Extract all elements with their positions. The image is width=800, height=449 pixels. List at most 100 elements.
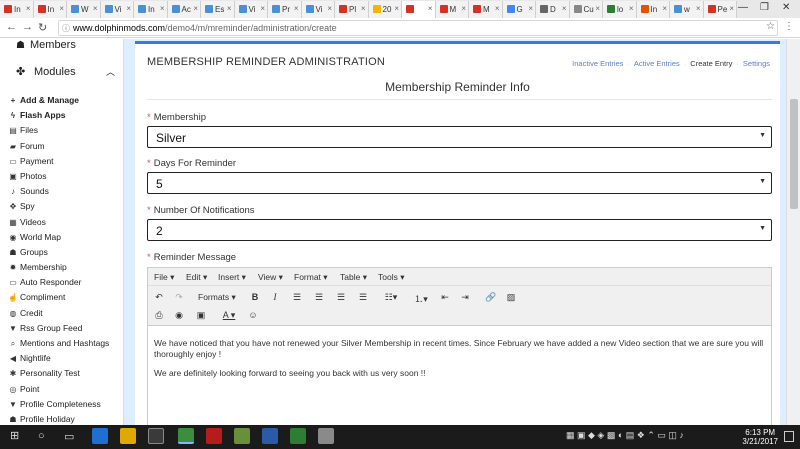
close-tab-icon[interactable]: × [361,4,366,13]
align-justify-icon[interactable]: ☰ [356,292,370,303]
print-icon[interactable]: ⎙ [152,310,166,321]
sidebar-item-membership[interactable]: ✹ Membership [0,262,123,277]
days-select[interactable]: 5 ▼ [147,172,772,194]
sidebar-item-sounds[interactable]: ♪ Sounds [0,186,123,201]
translate-icon[interactable] [262,428,278,444]
close-tab-icon[interactable]: × [662,4,667,13]
sidebar-item-payment[interactable]: ▭ Payment [0,156,123,171]
close-tab-icon[interactable]: × [260,4,265,13]
close-tab-icon[interactable]: × [327,4,332,13]
browser-tab[interactable]: Vi × [301,1,335,18]
numbered-list-icon[interactable]: ⒈▾ [410,292,432,305]
close-tab-icon[interactable]: × [495,4,500,13]
browser-tab[interactable]: lo × [603,1,637,18]
bookmark-star-icon[interactable]: ☆ [766,21,775,32]
redo-icon[interactable]: ↷ [172,292,186,303]
chrome-menu-icon[interactable]: ⋮ [784,21,794,32]
close-tab-icon[interactable]: × [394,4,399,13]
align-center-icon[interactable]: ☰ [312,292,326,303]
text-color-icon[interactable]: A ▾ [218,310,240,321]
browser-tab[interactable]: 20 × [368,1,402,18]
taskbar-clock[interactable]: 6:13 PM 3/21/2017 [742,428,778,446]
editor-menu-file[interactable]: File ▾ [154,272,174,283]
sidebar-item-nightlife[interactable]: ◀ Nightlife [0,353,123,368]
close-tab-icon[interactable]: × [528,4,533,13]
browser-tab[interactable]: Ac × [167,1,201,18]
close-tab-icon[interactable]: × [629,4,634,13]
file-explorer-icon[interactable] [120,428,136,444]
sidebar-item-point[interactable]: ◎ Point [0,384,123,399]
close-tab-icon[interactable]: × [729,4,734,13]
bold-icon[interactable]: B [248,292,262,302]
sidebar-item-profile-completeness[interactable]: ▼ Profile Completeness [0,399,123,414]
browser-tab[interactable]: M × [469,1,503,18]
search-icon[interactable]: ○ [38,430,45,442]
app-icon[interactable] [290,428,306,444]
inactive-entries-link[interactable]: Inactive Entries [572,59,623,68]
sidebar-item-rss-group-feed[interactable]: ▼ Rss Group Feed [0,323,123,338]
media-icon[interactable]: ▣ [194,310,208,321]
paint-icon[interactable] [318,428,334,444]
close-tab-icon[interactable]: × [294,4,299,13]
browser-tab[interactable]: In × [0,1,34,18]
filezilla-icon[interactable] [206,428,222,444]
sidebar-item-photos[interactable]: ▣ Photos [0,171,123,186]
settings-link[interactable]: Settings [743,59,770,68]
close-tab-icon[interactable]: × [160,4,165,13]
edge-icon[interactable] [92,428,108,444]
task-view-icon[interactable]: ▭ [64,430,74,443]
close-tab-icon[interactable]: × [461,4,466,13]
app-icon[interactable] [234,428,250,444]
align-right-icon[interactable]: ☰ [334,292,348,303]
align-left-icon[interactable]: ☰ [290,292,304,303]
browser-tab[interactable]: Pl × [335,1,369,18]
close-tab-icon[interactable]: × [428,4,433,13]
sidebar-modules[interactable]: ✤ Modules ︿ [16,65,115,78]
close-tab-icon[interactable]: × [59,4,64,13]
sidebar-item-groups[interactable]: ☗ Groups [0,247,123,262]
browser-tab[interactable]: In × [134,1,168,18]
sidebar-item-spy[interactable]: ✥ Spy [0,201,123,216]
close-tab-icon[interactable]: × [93,4,98,13]
close-tab-icon[interactable]: × [126,4,131,13]
undo-icon[interactable]: ↶ [152,292,166,303]
editor-menu-tools[interactable]: Tools ▾ [378,272,404,283]
browser-tab[interactable]: D × [536,1,570,18]
browser-tab[interactable]: Vi × [100,1,134,18]
close-tab-icon[interactable]: × [562,4,567,13]
page-scrollbar[interactable] [786,39,800,425]
formats-dropdown[interactable]: Formats ▾ [198,292,236,303]
browser-tab[interactable]: Vi × [234,1,268,18]
sidebar-item-compliment[interactable]: ☝ Compliment [0,292,123,307]
browser-tab[interactable]: Pr × [268,1,302,18]
sidebar-item-credit[interactable]: ◍ Credit [0,308,123,323]
action-center-icon[interactable] [784,431,794,442]
chrome-icon[interactable] [178,428,194,444]
bullet-list-icon[interactable]: ☷▾ [380,292,402,303]
preview-icon[interactable]: ◉ [172,310,186,321]
sidebar-item-personality-test[interactable]: ✱ Personality Test [0,368,123,383]
page-info-icon[interactable]: ⓘ [62,23,70,34]
italic-icon[interactable]: I [268,292,282,302]
forward-icon[interactable]: → [22,21,33,33]
browser-tab[interactable]: W × [67,1,101,18]
sidebar-members[interactable]: ☗ Members [16,39,76,51]
sidebar-item-mentions-and-hashtags[interactable]: ⌕ Mentions and Hashtags [0,338,123,353]
editor-menu-insert[interactable]: Insert ▾ [218,272,246,283]
windows-start-icon[interactable]: ⊞ [10,429,19,442]
sidebar-item-add-manage[interactable]: + Add & Manage [0,95,123,110]
maximize-icon[interactable]: ❐ [760,2,769,13]
close-window-icon[interactable]: ✕ [782,2,790,13]
back-icon[interactable]: ← [6,21,17,33]
browser-tab[interactable]: w × [670,1,704,18]
membership-select[interactable]: Silver ▼ [147,126,772,148]
sidebar-item-forum[interactable]: ▰ Forum [0,141,123,156]
reload-icon[interactable]: ↻ [38,21,47,34]
url-input[interactable]: ⓘ www.dolphinmods.com/demo4/m/mreminder/… [58,20,778,36]
sidebar-item-videos[interactable]: ▦ Videos [0,217,123,232]
minimize-icon[interactable]: — [738,2,748,13]
outdent-icon[interactable]: ⇤ [438,292,452,303]
browser-tab[interactable]: G × [502,1,536,18]
image-icon[interactable]: ▨ [504,292,518,303]
editor-menu-format[interactable]: Format ▾ [294,272,328,283]
